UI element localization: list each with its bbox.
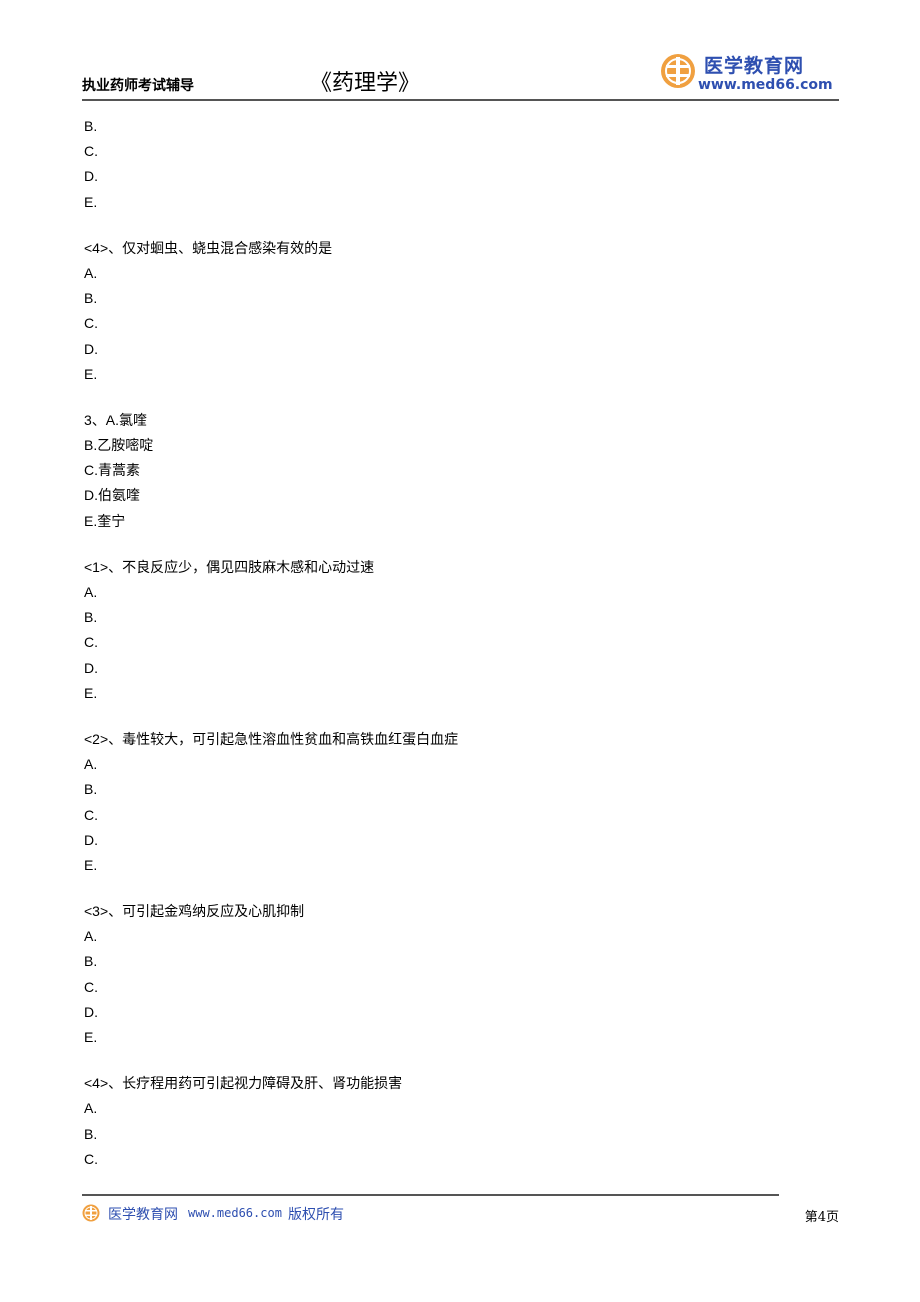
- answer-option: E.: [84, 193, 98, 210]
- page-footer: 医学教育网 www.med66.com 版权所有 第4页: [82, 1203, 839, 1225]
- logo-url[interactable]: www.med66.com: [698, 77, 833, 93]
- question-stem: <2>、毒性较大，可引起急性溶血性贫血和高铁血红蛋白血症: [84, 730, 459, 747]
- answer-option: E.: [84, 1029, 98, 1045]
- answer-option: B.: [84, 290, 98, 307]
- answer-option: B.: [84, 781, 98, 798]
- header-subtitle: 执业药师考试辅导: [82, 78, 194, 94]
- answer-option: D.: [84, 340, 98, 357]
- answer-option: D.: [84, 831, 98, 848]
- answer-option: E.奎宁: [84, 512, 126, 529]
- header-title: 《药理学》: [310, 71, 421, 96]
- answer-option: A.: [84, 756, 98, 773]
- logo-icon: [661, 54, 695, 88]
- header-divider: [82, 99, 839, 101]
- answer-option: C.: [84, 315, 98, 332]
- answer-option: A.: [84, 928, 98, 945]
- answer-option: B.: [84, 1125, 98, 1142]
- answer-option: C.: [84, 1150, 98, 1167]
- answer-option: D.: [84, 1003, 98, 1020]
- answer-option: A.: [84, 584, 98, 600]
- answer-option: D.: [84, 168, 98, 185]
- answer-option: B.: [84, 609, 98, 626]
- question-stem: <1>、不良反应少，偶见四肢麻木感和心动过速: [84, 558, 375, 575]
- answer-option: D.: [84, 659, 98, 676]
- answer-option: C.: [84, 634, 98, 651]
- site-logo[interactable]: 医学教育网 www.med66.com: [660, 51, 840, 95]
- answer-option: E.: [84, 365, 98, 382]
- answer-option: D.伯氨喹: [84, 487, 140, 504]
- answer-option: C.: [84, 806, 98, 823]
- answer-option: A.: [84, 264, 98, 281]
- answer-option: A.: [84, 1100, 98, 1117]
- footer-brand: 医学教育网: [108, 1207, 178, 1223]
- question-stem: <4>、仅对蛔虫、蛲虫混合感染有效的是: [84, 239, 333, 256]
- page-number: 第4页: [804, 1210, 839, 1225]
- answer-option: B.: [84, 953, 98, 970]
- document-body: B. C. D. E. <4>、仅对蛔虫、蛲虫混合感染有效的是 A. B. C. D. E. 3、A…: [84, 114, 784, 1172]
- page-header: 执业药师考试辅导 《药理学》 医学教育网 www.med66.com: [82, 45, 839, 102]
- footer-logo-icon: [82, 1204, 100, 1222]
- answer-option: B.乙胺嘧啶: [84, 437, 154, 454]
- question-stem: 3、A.氯喹: [84, 411, 148, 428]
- footer-rights: 版权所有: [288, 1207, 344, 1223]
- footer-url[interactable]: www.med66.com: [188, 1206, 282, 1220]
- logo-name: 医学教育网: [704, 55, 805, 77]
- question-stem: <4>、长疗程用药可引起视力障碍及肝、肾功能损害: [84, 1075, 403, 1092]
- answer-option: C.: [84, 978, 98, 995]
- question-stem: <3>、可引起金鸡纳反应及心肌抑制: [84, 903, 305, 920]
- answer-option: E.: [84, 684, 98, 701]
- answer-option: C.: [84, 143, 98, 160]
- footer-divider: [82, 1194, 779, 1196]
- answer-option: B.: [84, 118, 98, 134]
- answer-option: E.: [84, 856, 98, 873]
- answer-option: C.青蒿素: [84, 462, 140, 479]
